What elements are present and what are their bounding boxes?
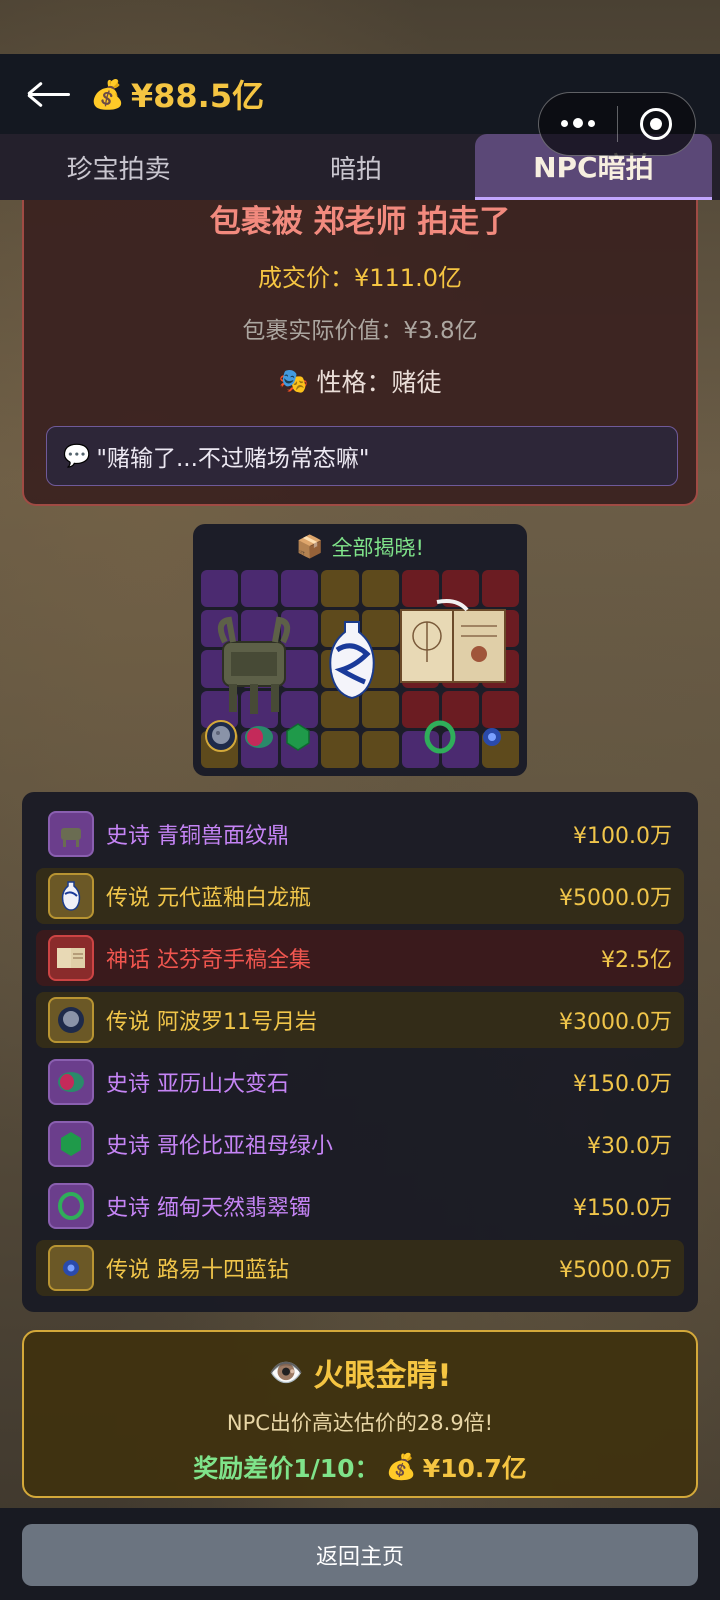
tab-blind-auction[interactable]: 暗拍 — [237, 134, 474, 200]
reward-label: 奖励差价1/10： — [193, 1454, 380, 1483]
quote-text: "赌输了...不过赌场常态嘛" — [96, 446, 370, 472]
list-item[interactable]: 史诗 哥伦比亚祖母绿小 ¥30.0万 — [36, 1116, 684, 1172]
list-item[interactable]: 传说 元代蓝釉白龙瓶 ¥5000.0万 — [36, 868, 684, 924]
item-price: ¥150.0万 — [573, 1072, 672, 1097]
close-miniprogram-icon[interactable] — [618, 108, 696, 140]
real-value: 包裹实际价值：¥3.8亿 — [242, 318, 478, 344]
bronze-ding-icon[interactable] — [211, 612, 297, 716]
money-display: 💰 ¥88.5亿 — [90, 71, 264, 117]
bonus-reward: 奖励差价1/10： 💰 ¥10.7亿 — [24, 1449, 696, 1485]
blue-vase-icon — [48, 873, 94, 919]
speech-bubble-icon: 💬 — [63, 443, 91, 469]
personality-text: 性格：赌徒 — [316, 368, 442, 397]
emerald-icon — [48, 1121, 94, 1167]
eye-icon: 👁️ — [268, 1356, 304, 1389]
item-name: 史诗 青铜兽面纹鼎 — [106, 824, 290, 849]
grid-header-text: 全部揭晓! — [331, 536, 424, 560]
item-name: 传说 阿波罗11号月岩 — [106, 1010, 318, 1035]
list-item[interactable]: 史诗 亚历山大变石 ¥150.0万 — [36, 1054, 684, 1110]
theater-mask-icon: 🎭 — [278, 367, 309, 395]
package-box-icon: 📦 — [296, 534, 324, 560]
money-amount: ¥88.5亿 — [130, 77, 265, 115]
tab-treasure-auction[interactable]: 珍宝拍卖 — [0, 134, 237, 200]
npc-personality: 🎭 性格：赌徒 — [24, 363, 696, 399]
item-list: 史诗 青铜兽面纹鼎 ¥100.0万 传说 元代蓝釉白龙瓶 ¥5000.0万 神话… — [22, 792, 698, 1312]
jade-bangle-icon — [48, 1183, 94, 1229]
item-price: ¥150.0万 — [573, 1196, 672, 1221]
item-price: ¥5000.0万 — [559, 886, 672, 911]
bottom-bar: 返回主页 — [0, 1508, 720, 1600]
bonus-description: NPC出价高达估价的28.9倍! — [226, 1411, 494, 1435]
bronze-ding-icon — [48, 811, 94, 857]
item-price: ¥3000.0万 — [559, 1010, 672, 1035]
item-name: 史诗 亚历山大变石 — [106, 1072, 290, 1097]
result-title: 包裹被 郑老师 拍走了 — [209, 204, 511, 240]
money-bag-icon: 💰 — [385, 1452, 417, 1481]
back-arrow-icon[interactable] — [22, 74, 82, 114]
alexandrite-icon[interactable] — [243, 724, 275, 750]
item-price: ¥100.0万 — [573, 824, 672, 849]
more-options-icon[interactable] — [539, 118, 617, 129]
jade-bangle-icon[interactable] — [423, 720, 457, 754]
alexandrite-icon — [48, 1059, 94, 1105]
item-name: 史诗 哥伦比亚祖母绿小 — [106, 1134, 334, 1159]
list-item[interactable]: 史诗 青铜兽面纹鼎 ¥100.0万 — [36, 806, 684, 862]
manuscript-icon — [48, 935, 94, 981]
item-price: ¥5000.0万 — [559, 1258, 672, 1283]
item-price: ¥30.0万 — [587, 1134, 672, 1159]
list-item[interactable]: 史诗 缅甸天然翡翠镯 ¥150.0万 — [36, 1178, 684, 1234]
reward-amount: ¥10.7亿 — [422, 1454, 527, 1483]
return-home-button[interactable]: 返回主页 — [22, 1524, 698, 1586]
list-item[interactable]: 神话 达芬奇手稿全集 ¥2.5亿 — [36, 930, 684, 986]
moon-rock-icon — [48, 997, 94, 1043]
bonus-title: 👁️ 火眼金睛! — [24, 1350, 696, 1395]
package-grid-panel: 📦 全部揭晓! — [193, 524, 527, 776]
manuscript-icon[interactable] — [397, 598, 511, 692]
item-name: 传说 路易十四蓝钻 — [106, 1258, 290, 1283]
deal-price: 成交价：¥111.0亿 — [258, 264, 462, 292]
miniprogram-capsule — [538, 92, 696, 156]
list-item[interactable]: 传说 路易十四蓝钻 ¥5000.0万 — [36, 1240, 684, 1296]
blue-diamond-icon[interactable] — [479, 724, 505, 750]
money-bag-icon: 💰 — [90, 77, 125, 111]
emerald-icon[interactable] — [285, 722, 311, 752]
bonus-title-text: 火眼金睛! — [313, 1358, 452, 1394]
item-price: ¥2.5亿 — [601, 948, 672, 973]
item-name: 史诗 缅甸天然翡翠镯 — [106, 1196, 312, 1221]
bonus-card: 👁️ 火眼金睛! NPC出价高达估价的28.9倍! 奖励差价1/10： 💰 ¥1… — [22, 1330, 698, 1498]
blue-vase-icon[interactable] — [325, 620, 379, 700]
grid-header: 📦 全部揭晓! — [193, 524, 527, 570]
moon-rock-icon[interactable] — [205, 720, 237, 752]
list-item[interactable]: 传说 阿波罗11号月岩 ¥3000.0万 — [36, 992, 684, 1048]
blue-diamond-icon — [48, 1245, 94, 1291]
item-name: 神话 达芬奇手稿全集 — [106, 948, 312, 973]
auction-result-card: 包裹被 郑老师 拍走了 成交价：¥111.0亿 包裹实际价值：¥3.8亿 🎭 性… — [22, 200, 698, 506]
item-name: 传说 元代蓝釉白龙瓶 — [106, 886, 312, 911]
npc-quote: 💬 "赌输了...不过赌场常态嘛" — [46, 426, 678, 486]
